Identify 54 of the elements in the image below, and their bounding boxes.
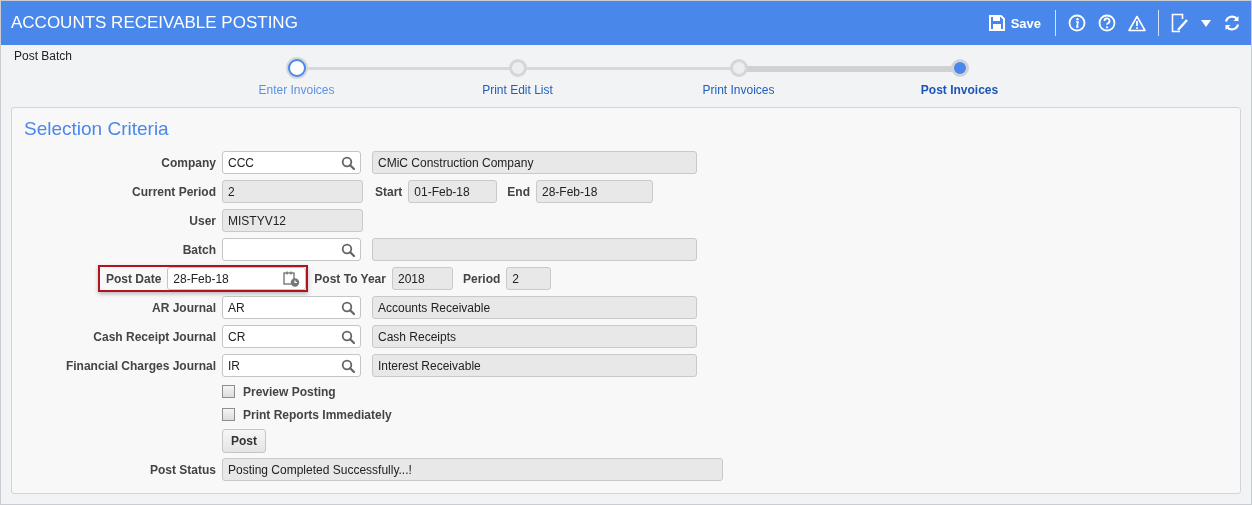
field-label: Cash Receipt Journal bbox=[92, 329, 217, 344]
checkbox[interactable] bbox=[222, 408, 235, 421]
lookup-field[interactable]: CCC bbox=[222, 151, 361, 174]
field-label: User bbox=[188, 213, 217, 228]
search-icon[interactable] bbox=[341, 358, 355, 373]
step-link[interactable]: Print Invoices bbox=[702, 83, 775, 97]
search-icon[interactable] bbox=[341, 155, 355, 170]
page-title: ACCOUNTS RECEIVABLE POSTING bbox=[11, 13, 299, 33]
dropdown-icon[interactable] bbox=[1201, 19, 1211, 27]
search-icon[interactable] bbox=[341, 242, 355, 257]
step-link[interactable]: Print Edit List bbox=[482, 83, 553, 97]
field-label: End bbox=[507, 184, 530, 199]
description-field: Accounts Receivable bbox=[372, 296, 697, 319]
lookup-field[interactable]: AR bbox=[222, 296, 361, 319]
checkbox-label: Print Reports Immediately bbox=[243, 407, 392, 422]
warning-icon[interactable] bbox=[1128, 14, 1146, 32]
readonly-field: 01-Feb-18 bbox=[408, 180, 498, 203]
status-field: Posting Completed Successfully...! bbox=[222, 458, 723, 481]
field-label: Batch bbox=[181, 242, 217, 257]
breadcrumb: Post Batch bbox=[14, 49, 73, 63]
readonly-field: 28-Feb-18 bbox=[536, 180, 653, 203]
step-link[interactable]: Post Invoices bbox=[920, 83, 999, 97]
readonly-field: 2018 bbox=[391, 267, 453, 290]
help-icon[interactable] bbox=[1098, 14, 1116, 32]
search-icon[interactable] bbox=[341, 300, 355, 315]
readonly-field: 2 bbox=[222, 180, 363, 203]
field-label: Post Status bbox=[149, 462, 217, 477]
edit-icon[interactable] bbox=[1171, 13, 1189, 33]
readonly-field: MISTYV12 bbox=[222, 209, 363, 232]
search-icon[interactable] bbox=[341, 329, 355, 344]
post-button[interactable]: Post bbox=[222, 428, 266, 453]
date-field[interactable]: 28-Feb-18 bbox=[167, 267, 307, 290]
field-label: Post To Year bbox=[314, 271, 386, 286]
field-label: Current Period bbox=[131, 184, 217, 199]
field-label: Company bbox=[160, 155, 217, 170]
field-label: Start bbox=[375, 184, 403, 199]
lookup-field[interactable]: IR bbox=[222, 354, 361, 377]
checkbox-label: Preview Posting bbox=[243, 384, 336, 399]
lookup-field[interactable]: CR bbox=[222, 325, 361, 348]
info-icon[interactable] bbox=[1068, 14, 1086, 32]
description-field: CMiC Construction Company bbox=[372, 151, 697, 174]
description-field: Interest Receivable bbox=[372, 354, 697, 377]
lookup-field[interactable] bbox=[222, 238, 361, 261]
field-label: Financial Charges Journal bbox=[64, 358, 217, 373]
field-label: AR Journal bbox=[151, 300, 217, 315]
readonly-field: 2 bbox=[506, 267, 552, 290]
calendar-icon[interactable] bbox=[283, 270, 301, 287]
field-label: Period bbox=[462, 271, 501, 286]
field-label: Post Date bbox=[106, 271, 163, 286]
refresh-icon[interactable] bbox=[1223, 14, 1241, 32]
save-button[interactable]: Save bbox=[986, 13, 1043, 33]
description-field: Cash Receipts bbox=[372, 325, 697, 348]
checkbox[interactable] bbox=[222, 385, 235, 398]
section-title: Selection Criteria bbox=[24, 118, 170, 140]
